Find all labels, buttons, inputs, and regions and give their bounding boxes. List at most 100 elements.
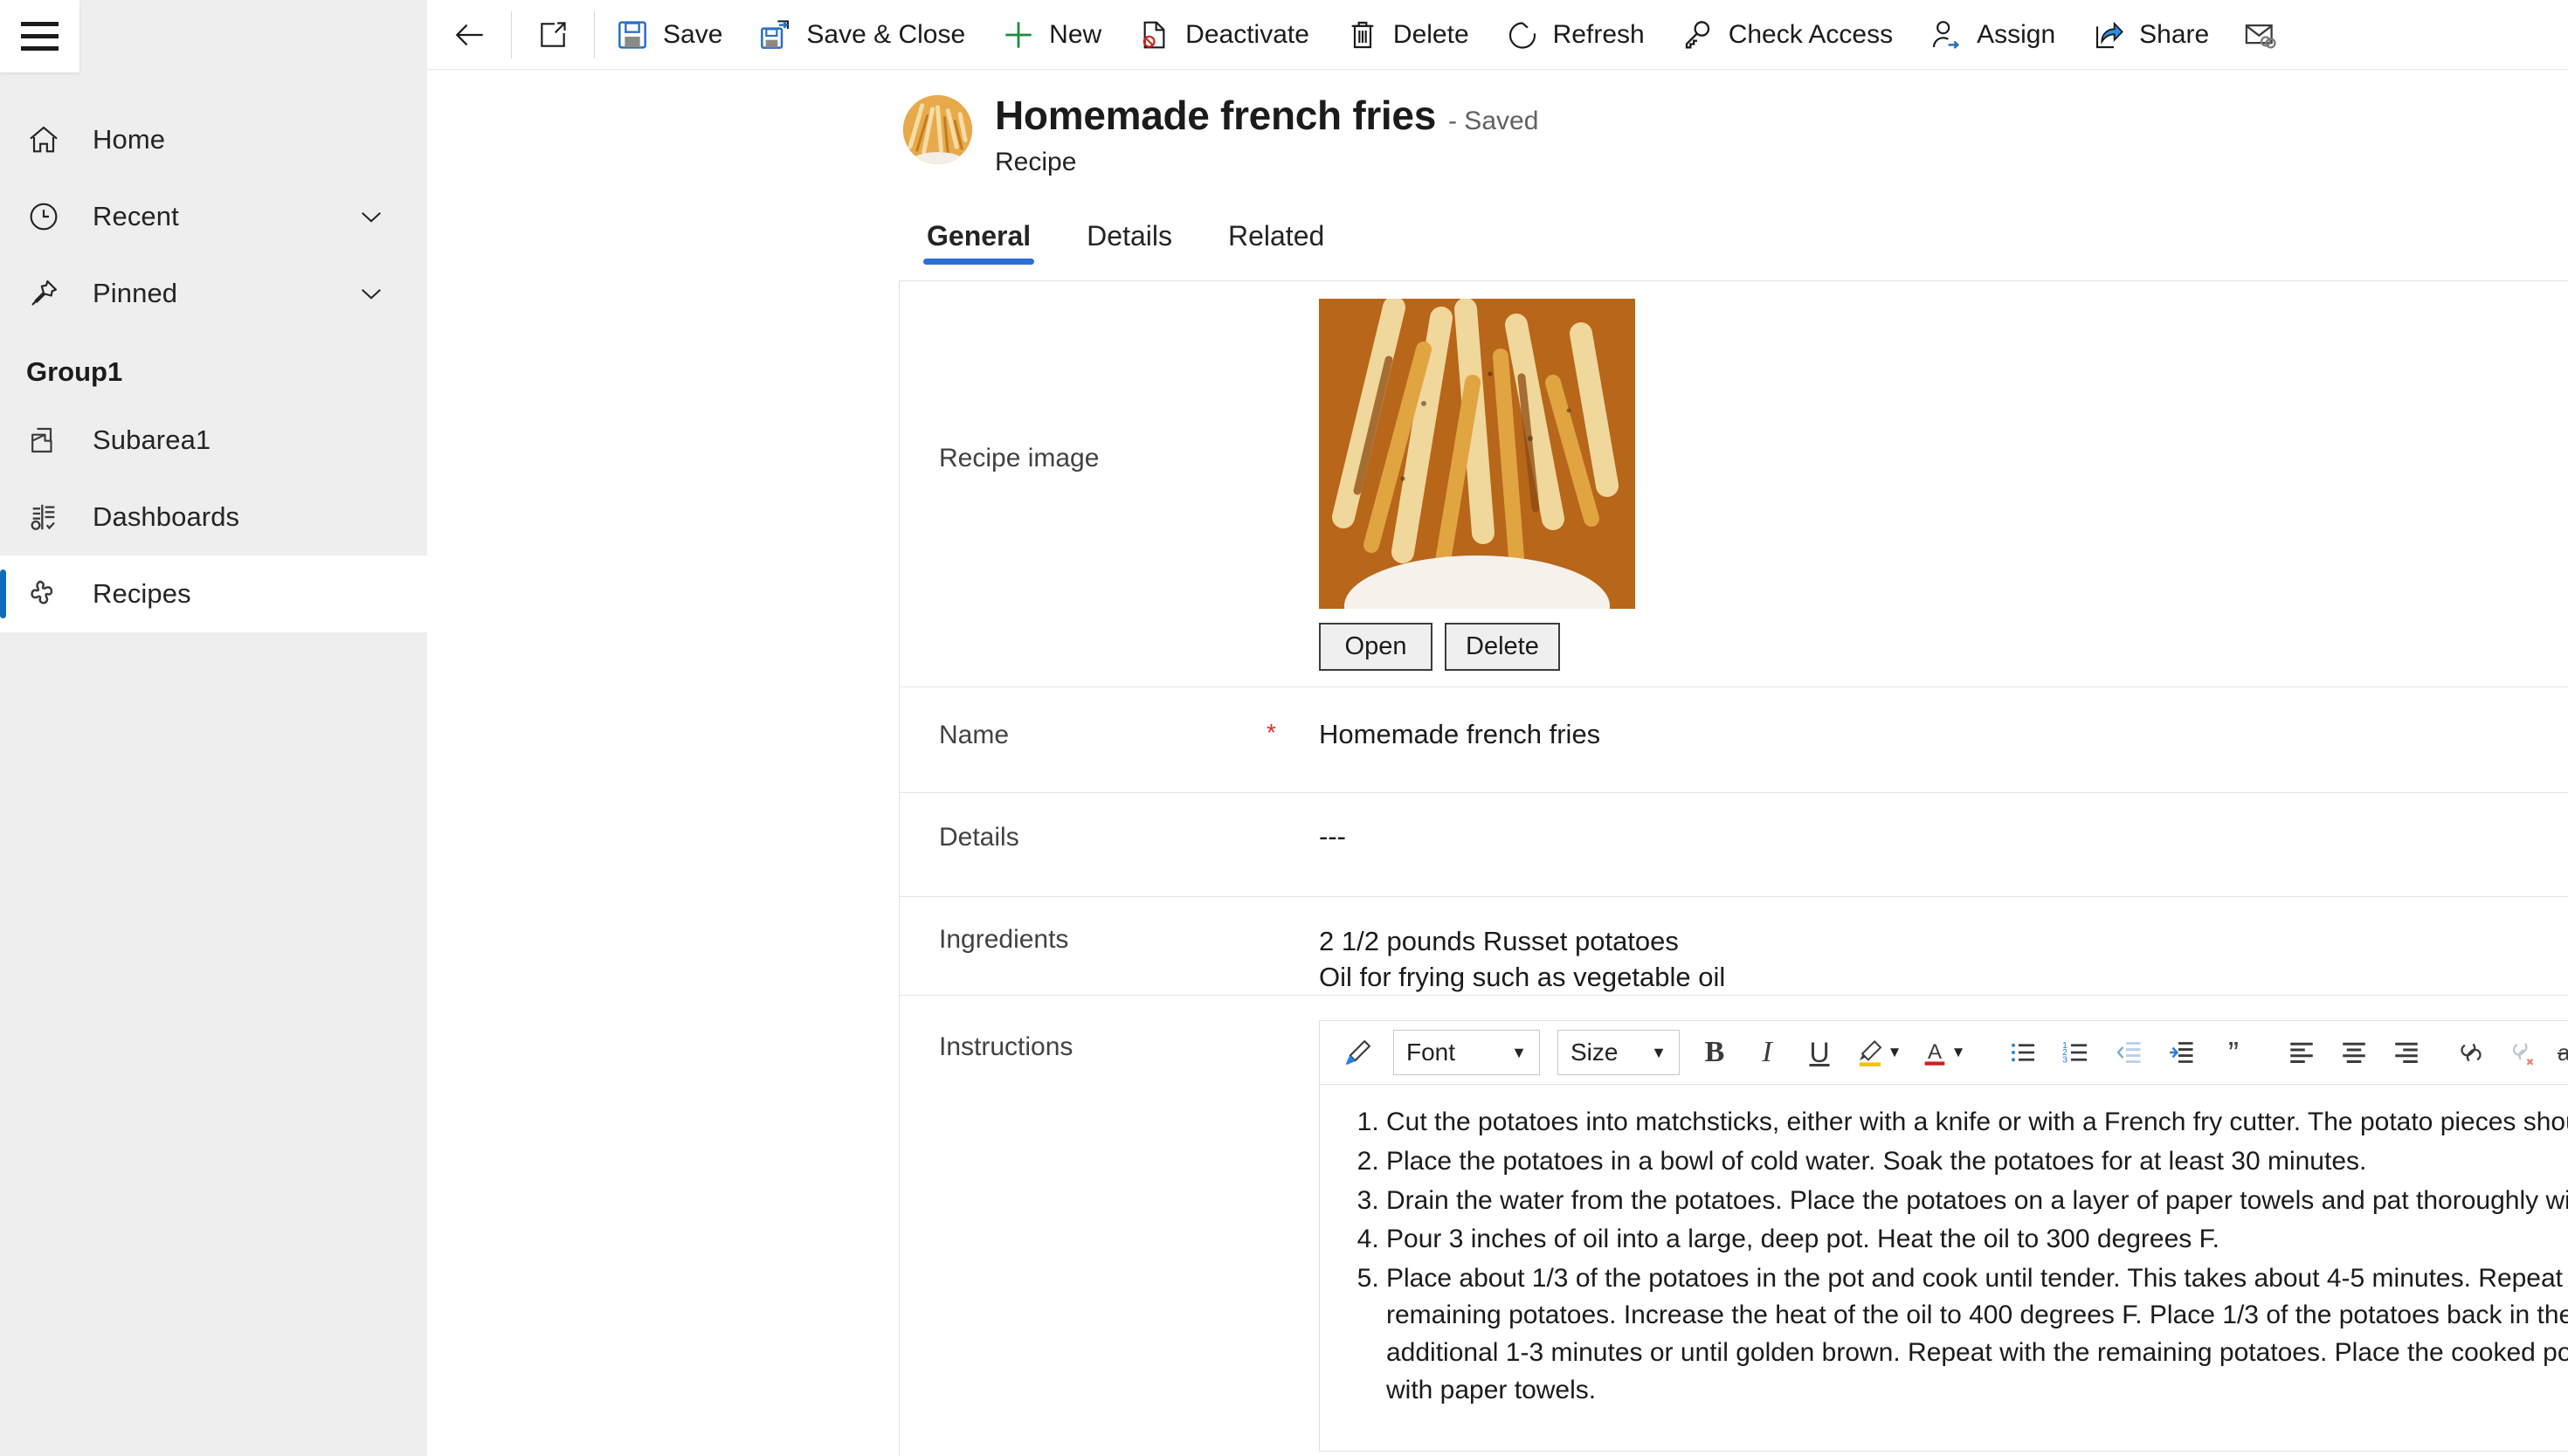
rte-toolbar: Font ▼ Size ▼ B I U ▼ A ▼ 1 2 3 ”: [1319, 1020, 2568, 1086]
instructions-text-body[interactable]: Cut the potatoes into matchsticks, eithe…: [1319, 1085, 2568, 1453]
italic-button[interactable]: I: [1743, 1028, 1791, 1077]
tab-details[interactable]: Details: [1059, 220, 1200, 265]
numbered-list-icon: 123: [2061, 1037, 2092, 1068]
italic-icon: I: [1762, 1036, 1772, 1069]
assign-button[interactable]: Assign: [1910, 0, 2073, 69]
chevron-down-icon[interactable]: [355, 200, 388, 233]
sidebar-item-pinned[interactable]: Pinned: [0, 255, 427, 332]
underline-button[interactable]: U: [1795, 1028, 1844, 1077]
chevron-down-icon[interactable]: [355, 277, 388, 310]
share-button[interactable]: Share: [2073, 0, 2226, 69]
tab-general[interactable]: General: [899, 220, 1059, 265]
underline-icon: U: [1809, 1036, 1830, 1068]
increase-indent-button[interactable]: [2157, 1028, 2206, 1077]
ingredients-input[interactable]: 2 1/2 pounds Russet potatoes Oil for fry…: [1319, 921, 2568, 995]
save-and-close-button[interactable]: Save & Close: [740, 0, 983, 69]
field-label-ingredients: Ingredients: [939, 925, 1069, 954]
align-right-icon: [2391, 1037, 2422, 1068]
hamburger-bar: [21, 22, 59, 26]
command-label: Save: [663, 19, 723, 49]
new-button[interactable]: New: [983, 0, 1119, 69]
form-row-ingredients: Ingredients 2 1/2 pounds Russet potatoes…: [900, 896, 2568, 995]
name-input[interactable]: Homemade french fries: [1319, 717, 2568, 750]
tab-related[interactable]: Related: [1200, 220, 1352, 265]
app-root: Home Recent Pinned Group1 Subarea1 Dashb…: [0, 0, 2568, 1456]
blockquote-button[interactable]: ”: [2209, 1028, 2258, 1077]
bold-icon: B: [1704, 1036, 1725, 1069]
record-header: Homemade french fries - Saved Recipe: [427, 70, 2568, 177]
form-row-instructions: Instructions Font ▼ Size ▼ B I U ▼ A ▼ 1…: [900, 995, 2568, 1453]
delete-image-button[interactable]: Delete: [1445, 623, 1560, 671]
decrease-indent-icon: [2113, 1037, 2144, 1068]
font-size-value: Size: [1570, 1039, 1619, 1066]
refresh-button[interactable]: Refresh: [1487, 0, 1662, 69]
back-button[interactable]: [427, 0, 509, 69]
details-input[interactable]: ---: [1319, 819, 2568, 852]
align-right-button[interactable]: [2382, 1028, 2431, 1077]
font-family-select[interactable]: Font ▼: [1393, 1030, 1540, 1076]
main-content: Save Save & Close New Deactivate Delete …: [427, 0, 2568, 1456]
command-label: Assign: [1977, 19, 2056, 49]
sidebar-group-header: Group1: [26, 356, 123, 387]
font-size-select[interactable]: Size ▼: [1557, 1030, 1680, 1076]
recipe-image-preview[interactable]: [1319, 299, 1635, 609]
strikethrough-icon: abc: [2558, 1039, 2568, 1066]
open-in-new-window-icon: [535, 17, 571, 53]
back-arrow-icon: [452, 17, 488, 53]
sidebar-item-subarea1[interactable]: Subarea1: [0, 402, 427, 479]
highlight-button[interactable]: ▼: [1847, 1028, 1909, 1077]
puzzle-icon: [26, 574, 80, 614]
decrease-indent-button[interactable]: [2104, 1028, 2153, 1077]
sidebar-item-home[interactable]: Home: [0, 101, 427, 178]
deactivate-icon: [1136, 17, 1173, 53]
remove-link-button[interactable]: [2499, 1028, 2548, 1077]
strikethrough-button[interactable]: abc: [2551, 1028, 2568, 1077]
delete-button[interactable]: Delete: [1327, 0, 1487, 69]
recipe-image-control: Open Delete: [1319, 297, 2568, 671]
sidebar-item-recipes[interactable]: Recipes: [0, 555, 427, 632]
field-label-instructions: Instructions: [939, 1032, 1073, 1062]
page-title: Homemade french fries: [995, 93, 1436, 138]
align-center-button[interactable]: [2330, 1028, 2378, 1077]
insert-link-button[interactable]: [2447, 1028, 2496, 1077]
sidebar-item-dashboards[interactable]: Dashboards: [0, 479, 427, 555]
bold-button[interactable]: B: [1690, 1028, 1739, 1077]
ingredient-line: Oil for frying such as vegetable oil: [1319, 962, 1726, 993]
check-access-button[interactable]: Check Access: [1662, 0, 1910, 69]
email-a-link-button[interactable]: [2226, 0, 2295, 69]
form-tabs: General Details Related: [427, 198, 2568, 265]
form-row-details: Details ---: [900, 792, 2568, 896]
hamburger-bar: [21, 46, 59, 51]
sidebar: Home Recent Pinned Group1 Subarea1 Dashb…: [0, 0, 427, 1456]
home-icon: [26, 120, 80, 160]
ingredient-line: 2 1/2 pounds Russet potatoes: [1319, 926, 1679, 956]
form-row-name: Name * Homemade french fries: [900, 687, 2568, 792]
font-color-button[interactable]: A ▼: [1912, 1028, 1973, 1077]
chevron-down-icon: ▼: [1511, 1043, 1527, 1061]
sidebar-item-label: Subarea1: [93, 424, 211, 455]
open-image-button[interactable]: Open: [1319, 623, 1432, 671]
open-in-new-window-button[interactable]: [514, 0, 592, 69]
sidebar-item-label: Home: [93, 124, 166, 155]
hamburger-menu-button[interactable]: [0, 0, 79, 72]
fries-photo: [1319, 299, 1635, 609]
insert-link-icon: [2455, 1037, 2487, 1068]
required-spacer: [1267, 297, 1319, 671]
required-spacer: [1267, 1020, 1319, 1452]
align-left-icon: [2286, 1037, 2317, 1068]
command-label: New: [1049, 19, 1102, 49]
save-button[interactable]: Save: [597, 0, 740, 69]
bulleted-list-button[interactable]: [1999, 1028, 2048, 1077]
instruction-step: Place the potatoes in a bowl of cold wat…: [1386, 1143, 2568, 1181]
align-left-button[interactable]: [2277, 1028, 2326, 1077]
hamburger-bar: [21, 34, 59, 38]
numbered-list-button[interactable]: 123: [2052, 1028, 2101, 1077]
svg-text:A: A: [1928, 1041, 1943, 1065]
sidebar-item-recent[interactable]: Recent: [0, 178, 427, 255]
command-label: Delete: [1392, 19, 1469, 49]
sidebar-item-label: Dashboards: [93, 501, 240, 532]
chevron-down-icon: ▼: [1950, 1044, 1966, 1061]
key-icon: [1680, 17, 1716, 53]
deactivate-button[interactable]: Deactivate: [1119, 0, 1327, 69]
format-painter-icon[interactable]: [1334, 1028, 1383, 1077]
